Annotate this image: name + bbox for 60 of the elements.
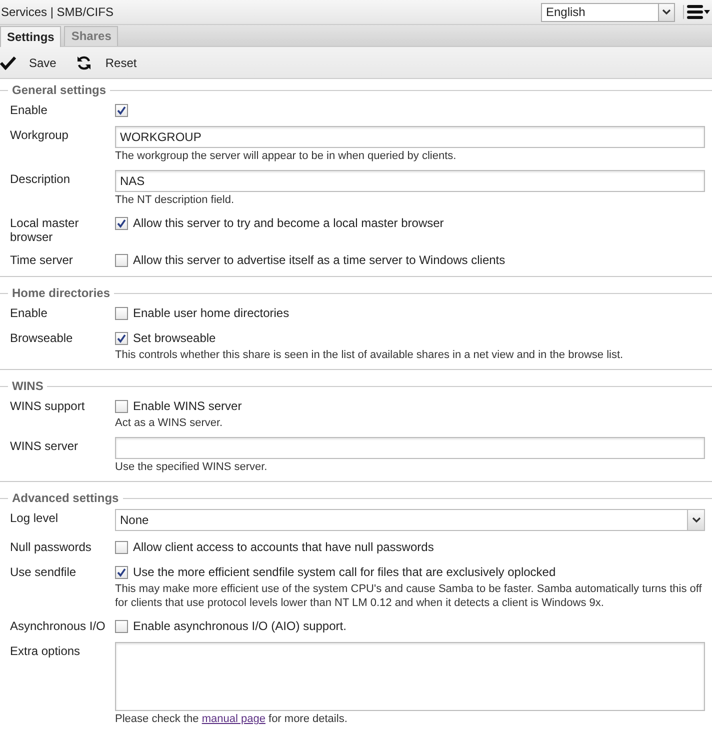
field-label: WINS server [9, 438, 80, 455]
field-label: WINS support [9, 398, 86, 415]
field-label: Enable [9, 102, 48, 119]
menu-icon [687, 5, 703, 19]
checkbox-label: Allow this server to try and become a local master browser [133, 216, 444, 230]
tab[interactable]: Settings [0, 26, 62, 47]
input-field[interactable] [115, 437, 705, 459]
caret-icon [704, 10, 710, 14]
help-text: Please check the manual page for more details. [115, 712, 348, 726]
field-label: Asynchronous I/O [9, 618, 106, 635]
checkbox[interactable] [115, 216, 128, 230]
field-label: Enable [9, 305, 48, 322]
text-area[interactable] [115, 642, 705, 711]
save-button[interactable]: Save [0, 56, 58, 70]
breadcrumb: Services | SMB/CIFS [0, 5, 114, 19]
field-label: Local master browser [9, 215, 80, 244]
field-label: Time server [9, 252, 74, 269]
checkmark-icon [0, 56, 16, 70]
checkbox-label: Allow client access to accounts that have null passwords [133, 540, 434, 554]
field-label: Null passwords [9, 539, 92, 556]
help-text: Use the specified WINS server. [115, 460, 268, 474]
section-title: Advanced settings [12, 491, 119, 505]
checkbox-label: Enable WINS server [133, 399, 242, 413]
input-field[interactable]: WORKGROUP [115, 126, 705, 148]
field-label: Workgroup [9, 127, 70, 144]
checkbox-label: Set browseable [133, 331, 216, 345]
caret-icon [662, 9, 671, 15]
field-label: Browseable [9, 330, 74, 347]
checkbox-label: Allow this server to advertise itself as a time server to Windows clients [133, 253, 506, 267]
checkbox[interactable] [115, 566, 128, 578]
refresh-icon [76, 54, 92, 70]
checkbox[interactable] [115, 254, 128, 266]
help-text: This may make more efficient use of the system CPU's and cause Samba to be faster. Samba automatically turns this off for clients that use protocol levels lower than NT LM 0.12 and when it detects a client is Windows 9x. [115, 582, 703, 610]
help-text: This controls whether this share is seen in the list of available shares in a net view and in the browse list. [115, 348, 624, 362]
checkbox-label: Use the more efficient sendfile system call for files that are exclusively oplocked [133, 565, 556, 579]
help-text: The NT description field. [115, 193, 236, 207]
help-text: Act as a WINS server. [115, 416, 224, 430]
section-title: Home directories [12, 286, 110, 300]
checkbox-label: Enable asynchronous I/O (AIO) support. [133, 619, 346, 633]
manual-link[interactable]: manual page [202, 713, 266, 725]
field-label: Use sendfile [9, 564, 78, 581]
checkbox[interactable] [115, 620, 128, 632]
dropdown[interactable]: None [115, 509, 705, 531]
caret-icon [692, 517, 700, 523]
reset-button[interactable]: Reset [76, 54, 139, 70]
checkbox[interactable] [115, 332, 128, 344]
checkbox[interactable] [115, 400, 128, 412]
section-title: WINS [12, 379, 44, 393]
field-label: Log level [9, 510, 60, 527]
checkbox[interactable] [115, 540, 128, 554]
checkbox[interactable] [115, 104, 128, 116]
menu-button[interactable] [683, 5, 710, 19]
input-field[interactable]: NAS [115, 170, 705, 192]
checkbox[interactable] [115, 306, 128, 320]
language-select[interactable]: English [541, 2, 675, 22]
section-title: General settings [12, 83, 106, 97]
field-label: Extra options [9, 643, 82, 660]
help-text: The workgroup the server will appear to be in when queried by clients. [115, 149, 458, 163]
checkbox-label: Enable user home directories [133, 306, 290, 320]
field-label: Description [9, 171, 72, 188]
